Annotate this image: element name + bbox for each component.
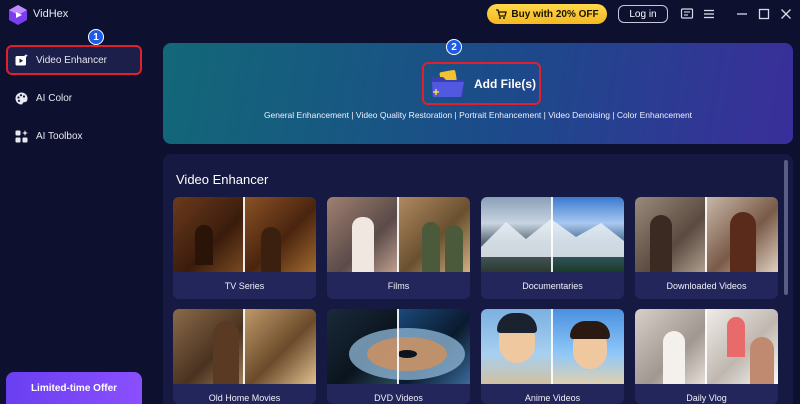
anime-videos-thumbnail bbox=[481, 309, 624, 384]
minimize-icon[interactable] bbox=[735, 7, 749, 21]
maximize-icon[interactable] bbox=[757, 7, 771, 21]
downloaded-videos-thumbnail bbox=[635, 197, 778, 272]
toolbox-icon bbox=[15, 129, 28, 142]
card-tv-series[interactable]: TV Series bbox=[173, 197, 316, 299]
card-label: Downloaded Videos bbox=[666, 280, 747, 291]
close-icon[interactable] bbox=[779, 7, 793, 21]
sidebar-item-label: AI Toolbox bbox=[36, 130, 83, 142]
card-label: Documentaries bbox=[522, 280, 583, 291]
card-daily-vlog[interactable]: Daily Vlog bbox=[635, 309, 778, 404]
card-old-home-movies[interactable]: Old Home Movies bbox=[173, 309, 316, 404]
card-label: TV Series bbox=[224, 280, 265, 291]
palette-icon bbox=[15, 92, 28, 104]
card-label: Films bbox=[387, 280, 410, 291]
app-name: VidHex bbox=[33, 8, 69, 20]
films-thumbnail bbox=[327, 197, 470, 272]
feedback-icon[interactable] bbox=[680, 7, 694, 21]
menu-icon[interactable] bbox=[702, 7, 716, 21]
tv-series-thumbnail bbox=[173, 197, 316, 272]
sidebar-item-ai-toolbox[interactable]: AI Toolbox bbox=[6, 121, 142, 151]
old-home-movies-thumbnail bbox=[173, 309, 316, 384]
add-files-label: Add File(s) bbox=[474, 76, 536, 91]
cart-icon bbox=[496, 9, 508, 19]
dvd-videos-thumbnail bbox=[327, 309, 470, 384]
login-button[interactable]: Log in bbox=[618, 5, 668, 23]
card-label: Anime Videos bbox=[524, 392, 581, 403]
buy-discount-button[interactable]: Buy with 20% OFF bbox=[487, 4, 607, 24]
section-title: Video Enhancer bbox=[176, 172, 269, 187]
step-one-badge: 1 bbox=[88, 29, 104, 45]
feature-list: General Enhancement | Video Quality Rest… bbox=[263, 110, 693, 120]
card-label: Old Home Movies bbox=[208, 392, 281, 403]
video-enhancer-section: Video Enhancer TV Series Films Documenta… bbox=[163, 154, 793, 404]
sidebar-item-ai-color[interactable]: AI Color bbox=[6, 83, 142, 113]
card-anime-videos[interactable]: Anime Videos bbox=[481, 309, 624, 404]
sidebar-item-label: AI Color bbox=[36, 92, 73, 104]
card-downloaded-videos[interactable]: Downloaded Videos bbox=[635, 197, 778, 299]
card-label: DVD Videos bbox=[374, 392, 423, 403]
card-dvd-videos[interactable]: DVD Videos bbox=[327, 309, 470, 404]
documentaries-thumbnail bbox=[481, 197, 624, 272]
upload-panel: Add File(s) General Enhancement | Video … bbox=[163, 43, 793, 144]
folder-add-icon bbox=[432, 69, 464, 97]
vidhex-logo-icon bbox=[9, 5, 27, 25]
card-films[interactable]: Films bbox=[327, 197, 470, 299]
sidebar-item-video-enhancer[interactable]: Video Enhancer bbox=[6, 45, 142, 75]
title-bar: VidHex Buy with 20% OFF Log in bbox=[0, 0, 800, 30]
step-two-badge: 2 bbox=[446, 39, 462, 55]
card-label: Daily Vlog bbox=[686, 392, 727, 403]
video-enhancer-icon bbox=[15, 53, 28, 65]
buy-button-label: Buy with 20% OFF bbox=[511, 8, 599, 20]
limited-offer-button[interactable]: Limited-time Offer bbox=[6, 372, 142, 404]
sidebar-item-label: Video Enhancer bbox=[36, 54, 107, 66]
scrollbar[interactable] bbox=[784, 160, 788, 295]
add-files-button[interactable]: Add File(s) bbox=[422, 62, 541, 105]
card-documentaries[interactable]: Documentaries bbox=[481, 197, 624, 299]
daily-vlog-thumbnail bbox=[635, 309, 778, 384]
